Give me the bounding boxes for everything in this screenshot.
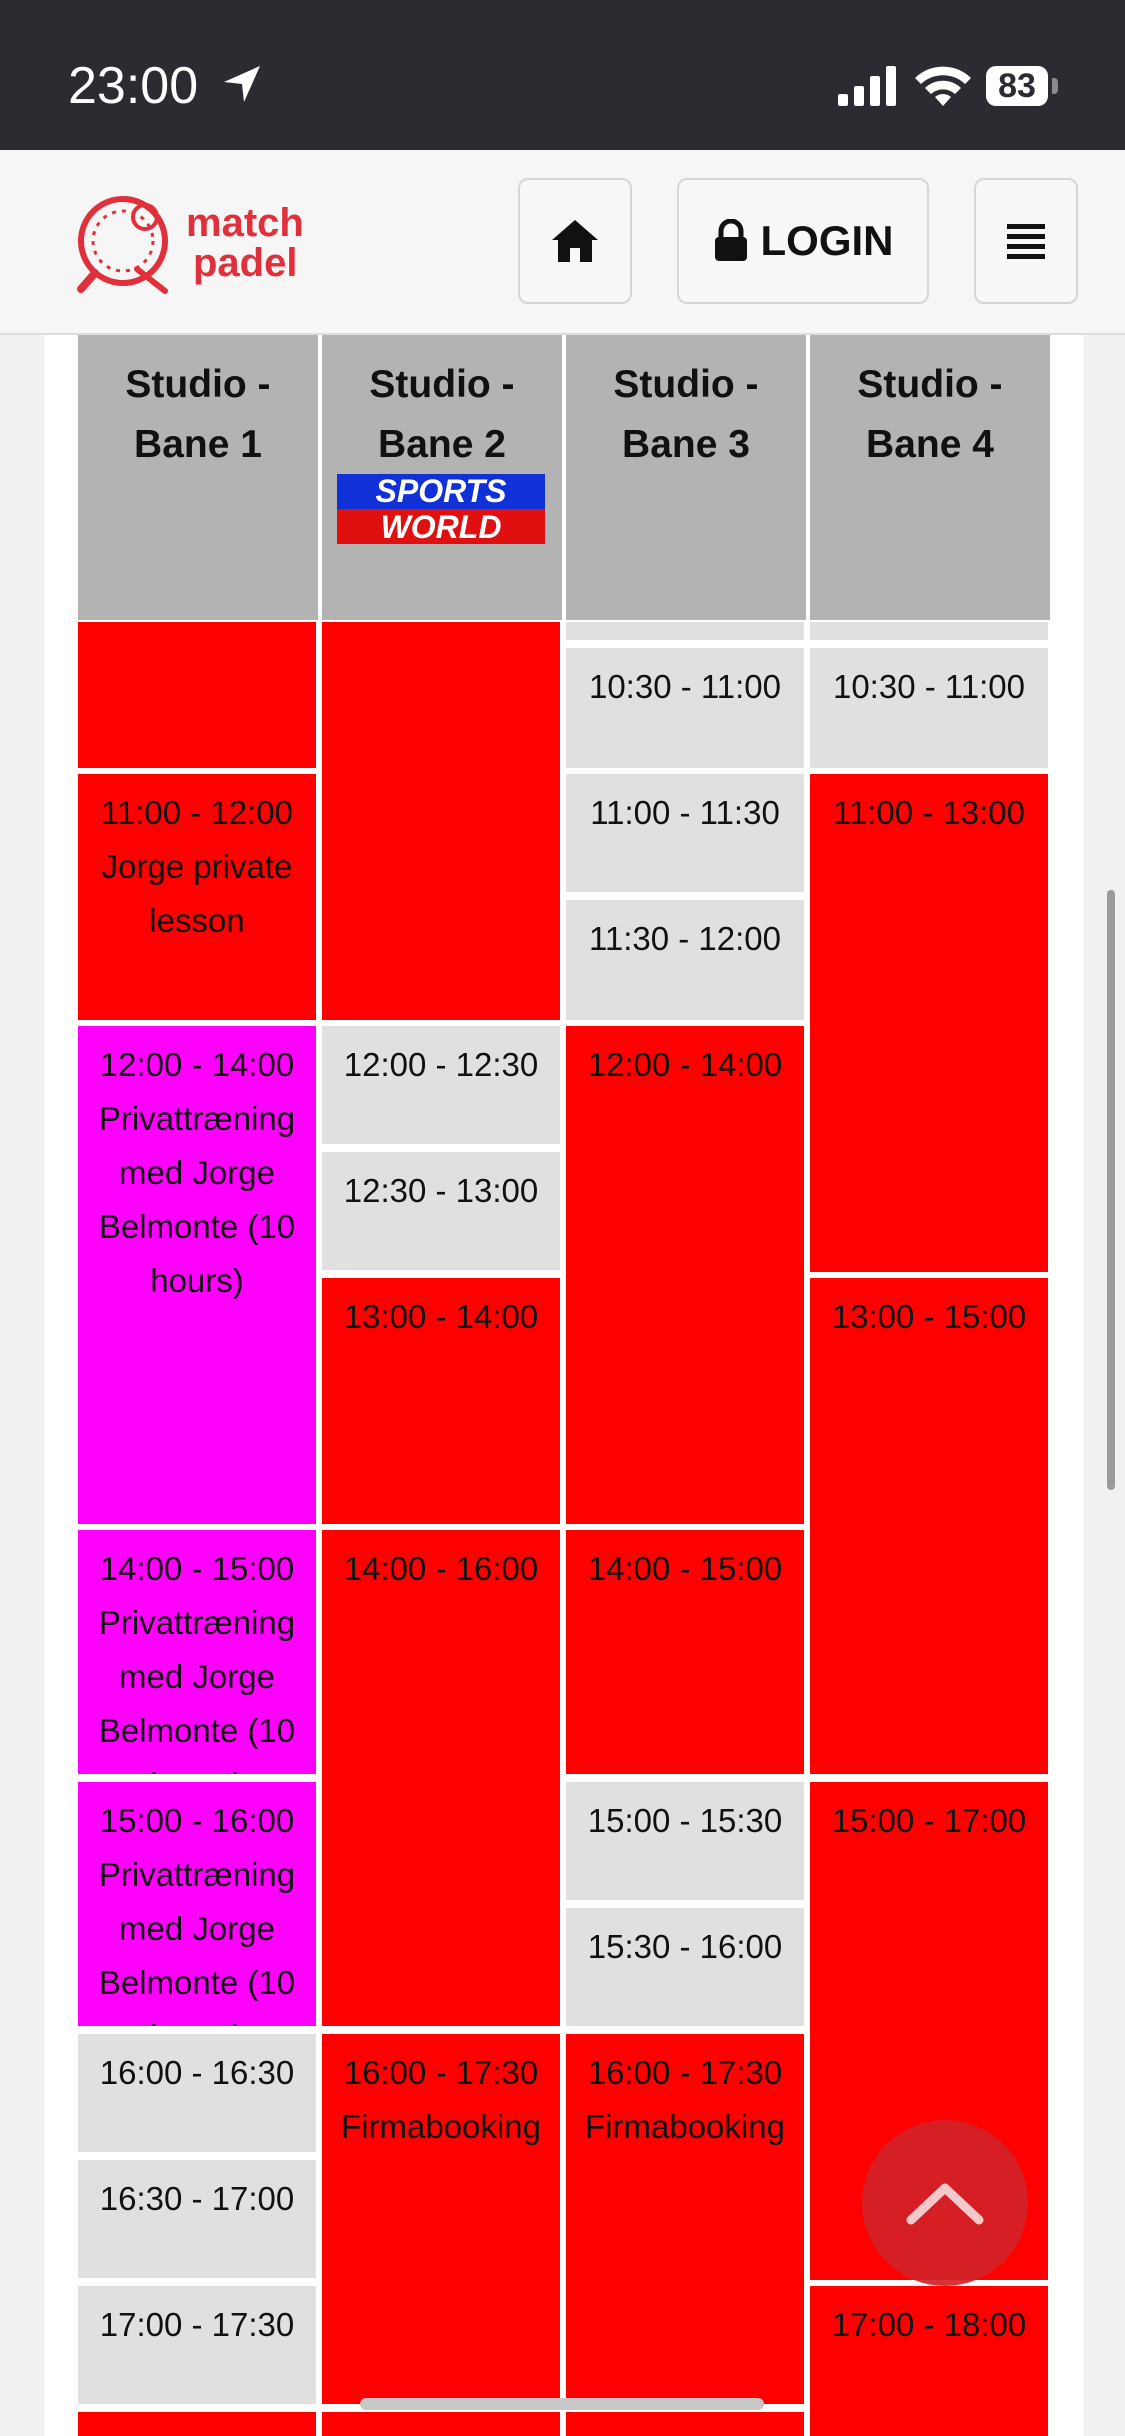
slot-bane1[interactable]: 12:00 - 14:00 Privattræning med Jorge Be… <box>78 1026 316 1524</box>
home-icon <box>552 220 598 262</box>
slot-time: 17:00 - 17:30 <box>99 2306 295 2343</box>
slot-bane3[interactable]: 11:30 - 12:00 <box>566 900 804 1020</box>
column-header-line1: Studio - <box>613 363 759 406</box>
column-header-line1: Studio - <box>857 363 1003 406</box>
slot-bane1[interactable]: 15:00 - 16:00 Privattræning med Jorge Be… <box>78 1782 316 2026</box>
column-header-line1: Studio - <box>369 363 515 406</box>
column-header-line2: Bane 1 <box>134 423 262 466</box>
slot-time: 14:00 - 15:00 <box>99 1550 295 1587</box>
home-button[interactable] <box>518 178 632 304</box>
slot-bane2[interactable]: 13:00 - 14:00 <box>322 1278 560 1524</box>
slot-description: Firmabooking <box>341 2108 541 2145</box>
lock-icon <box>714 219 747 261</box>
column-header-bane3: Studio - Bane 3 <box>566 335 806 620</box>
sponsor-line2: WORLD <box>381 509 502 544</box>
home-indicator[interactable] <box>360 2398 764 2410</box>
slot-time: 12:00 - 12:30 <box>343 1046 539 1083</box>
menu-button[interactable] <box>974 178 1078 304</box>
scroll-to-top-button[interactable] <box>862 2120 1028 2286</box>
slot-description: Privattræning med Jorge Belmonte (10 hou… <box>98 1604 296 1774</box>
slot-time: 10:30 - 11:00 <box>832 668 1026 705</box>
slot-bane2[interactable] <box>322 622 560 1020</box>
slot-bane1[interactable] <box>78 622 316 768</box>
slot-bane3[interactable]: 12:00 - 14:00 <box>566 1026 804 1524</box>
slot-bane4[interactable]: 11:00 - 13:00 <box>810 774 1048 1272</box>
logo-line-match: match <box>186 201 304 245</box>
slot-time: 15:00 - 17:00 <box>831 1802 1027 1839</box>
slot-bane2[interactable] <box>322 2412 560 2436</box>
slot-bane3[interactable] <box>566 2412 804 2436</box>
slot-bane3[interactable]: 16:00 - 17:30 Firmabooking <box>566 2034 804 2404</box>
page-scrollbar[interactable] <box>1107 890 1115 1490</box>
slot-time: 12:00 - 14:00 <box>99 1046 295 1083</box>
slot-time: 16:00 - 17:30 <box>587 2054 783 2091</box>
slot-bane2[interactable]: 12:30 - 13:00 <box>322 1152 560 1270</box>
location-arrow-icon <box>224 66 260 102</box>
slot-time: 10:30 - 11:00 <box>588 668 782 705</box>
login-button[interactable]: LOGIN <box>677 178 929 304</box>
slot-time: 13:00 - 15:00 <box>831 1298 1027 1335</box>
login-label: LOGIN <box>760 217 894 264</box>
column-header-line2: Bane 3 <box>622 423 750 466</box>
slot-bane1[interactable]: 11:00 - 12:00 Jorge private lesson <box>78 774 316 1020</box>
slot-bane3[interactable]: 15:30 - 16:00 <box>566 1908 804 2026</box>
logo-racket-icon[interactable] <box>73 193 179 297</box>
slot-time: 15:30 - 16:00 <box>587 1928 783 1965</box>
slot-bane3[interactable] <box>566 622 804 640</box>
slot-description: Jorge private lesson <box>101 848 293 939</box>
wifi-icon <box>915 66 971 106</box>
column-header-bane4: Studio - Bane 4 <box>810 335 1050 620</box>
slot-bane1[interactable]: 16:00 - 16:30 <box>78 2034 316 2152</box>
slot-description: Privattræning med Jorge Belmonte (10 hou… <box>98 1856 296 2026</box>
slot-bane2[interactable]: 16:00 - 17:30 Firmabooking <box>322 2034 560 2404</box>
slot-time: 16:30 - 17:00 <box>99 2180 295 2217</box>
slot-bane1[interactable]: 16:30 - 17:00 <box>78 2160 316 2278</box>
slot-bane2[interactable]: 14:00 - 16:00 <box>322 1530 560 2026</box>
slot-time: 11:30 - 12:00 <box>588 920 782 957</box>
slot-description: Privattræning med Jorge Belmonte (10 hou… <box>98 1100 296 1299</box>
column-header-line2: Bane 4 <box>866 423 994 466</box>
slot-bane4[interactable]: 13:00 - 15:00 <box>810 1278 1048 1774</box>
column-header-line1: Studio - <box>125 363 271 406</box>
hamburger-menu-icon <box>1007 224 1045 259</box>
battery-tip <box>1052 78 1058 94</box>
battery-indicator: 83 <box>986 66 1048 106</box>
slot-time: 11:00 - 13:00 <box>832 794 1026 831</box>
status-bar: 23:00 83 <box>0 0 1125 150</box>
slot-time: 11:00 - 12:00 <box>100 794 294 831</box>
slot-bane3[interactable]: 11:00 - 11:30 <box>566 774 804 892</box>
slot-bane1[interactable]: 14:00 - 15:00 Privattræning med Jorge Be… <box>78 1530 316 1774</box>
slot-bane1[interactable]: 17:00 - 17:30 <box>78 2286 316 2404</box>
slot-time: 16:00 - 16:30 <box>99 2054 295 2091</box>
slot-time: 12:30 - 13:00 <box>343 1172 539 1209</box>
column-header-bane1: Studio - Bane 1 <box>78 335 318 620</box>
slot-time: 15:00 - 16:00 <box>99 1802 295 1839</box>
slot-time: 16:00 - 17:30 <box>343 2054 539 2091</box>
slot-time: 12:00 - 14:00 <box>587 1046 783 1083</box>
slot-bane4[interactable]: 10:30 - 11:00 <box>810 648 1048 768</box>
slot-time: 15:00 - 15:30 <box>587 1802 783 1839</box>
slot-time: 14:00 - 16:00 <box>343 1550 539 1587</box>
sports-world-sponsor-logo: SPORTS WORLD <box>337 474 545 544</box>
slot-time: 11:00 - 11:30 <box>590 794 780 831</box>
slot-bane4[interactable]: 17:00 - 18:00 <box>810 2286 1048 2436</box>
slot-bane2[interactable]: 12:00 - 12:30 <box>322 1026 560 1144</box>
chevron-up-icon <box>906 2183 984 2225</box>
status-time: 23:00 <box>68 57 199 115</box>
slot-time: 17:00 - 18:00 <box>831 2306 1027 2343</box>
logo-line-padel: padel <box>193 241 298 285</box>
sponsor-line1: SPORTS <box>376 474 508 509</box>
signal-icon <box>838 66 896 106</box>
column-header-line2: Bane 2 <box>378 423 506 466</box>
slot-time: 13:00 - 14:00 <box>343 1298 539 1335</box>
logo-text[interactable]: match padel <box>186 203 304 283</box>
slot-bane4[interactable] <box>810 622 1048 640</box>
slot-bane3[interactable]: 10:30 - 11:00 <box>566 648 804 768</box>
slot-description: Firmabooking <box>585 2108 785 2145</box>
slot-bane3[interactable]: 14:00 - 15:00 <box>566 1530 804 1774</box>
slot-bane3[interactable]: 15:00 - 15:30 <box>566 1782 804 1900</box>
slot-time: 14:00 - 15:00 <box>587 1550 783 1587</box>
slot-bane1[interactable] <box>78 2412 316 2436</box>
